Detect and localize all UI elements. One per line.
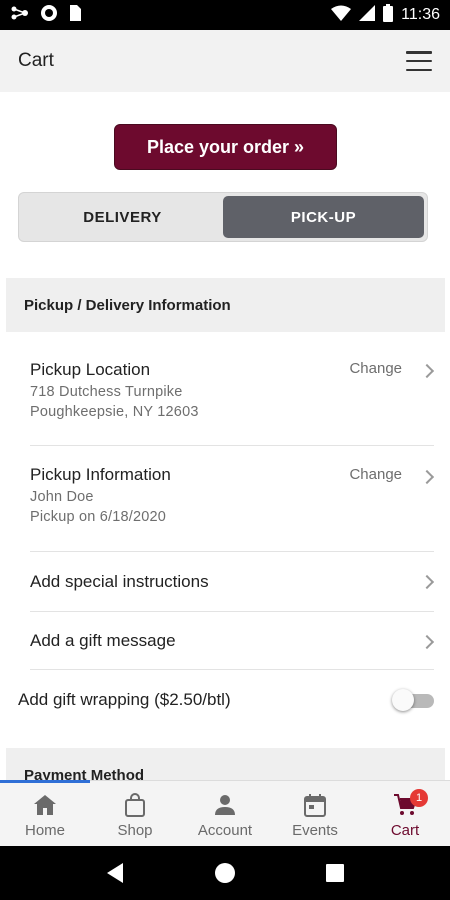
- person-icon: [212, 792, 238, 818]
- gift-message-row[interactable]: Add a gift message: [30, 612, 435, 670]
- nav-home[interactable]: Home: [0, 781, 90, 846]
- tab-pick-up[interactable]: PICK-UP: [223, 196, 424, 238]
- status-left-icons: [10, 4, 82, 27]
- wifi-icon: [331, 5, 352, 26]
- delivery-mode-toggle: DELIVERY PICK-UP: [18, 192, 428, 242]
- special-instructions-row[interactable]: Add special instructions: [30, 552, 435, 612]
- shopping-bag-icon: [122, 792, 148, 818]
- page-title: Cart: [18, 50, 54, 71]
- chevron-right-icon: [419, 574, 435, 590]
- status-time: 11:36: [401, 6, 440, 23]
- pickup-address-line2: Poughkeepsie, NY 12603: [30, 404, 199, 420]
- pickup-customer-name: John Doe: [30, 489, 94, 505]
- back-icon[interactable]: [100, 858, 130, 888]
- gift-wrapping-toggle[interactable]: [392, 689, 434, 711]
- status-bar: 11:36: [0, 0, 450, 30]
- pickup-date: Pickup on 6/18/2020: [30, 509, 167, 525]
- change-location-link[interactable]: Change: [349, 360, 402, 377]
- chevron-right-icon: [419, 634, 435, 650]
- network-icon: [10, 5, 30, 26]
- bottom-navigation: Home Shop Account Events 1 Cart: [0, 780, 450, 846]
- pickup-location-row[interactable]: Pickup Location 718 Dutchess Turnpike Po…: [30, 346, 435, 446]
- nav-account-label: Account: [197, 822, 253, 839]
- nav-shop[interactable]: Shop: [90, 781, 180, 846]
- nav-home-label: Home: [24, 822, 65, 839]
- nav-account[interactable]: Account: [180, 781, 270, 846]
- special-instructions-label: Add special instructions: [30, 571, 209, 591]
- nav-shop-label: Shop: [117, 822, 153, 839]
- nav-cart-label: Cart: [390, 822, 420, 839]
- sim-card-icon: [68, 4, 82, 27]
- nav-cart[interactable]: 1 Cart: [360, 781, 450, 846]
- pickup-section-header: Pickup / Delivery Information: [6, 278, 445, 332]
- nav-events[interactable]: Events: [270, 781, 360, 846]
- cart-count-badge: 1: [410, 789, 428, 807]
- change-information-link[interactable]: Change: [349, 466, 402, 483]
- home-circle-icon[interactable]: [210, 858, 240, 888]
- scroll-indicator: [0, 780, 90, 783]
- nav-events-label: Events: [292, 822, 338, 839]
- toggle-thumb: [392, 689, 414, 711]
- place-order-button[interactable]: Place your order »: [114, 124, 337, 170]
- home-icon: [32, 792, 58, 818]
- app-header: Cart: [0, 30, 450, 92]
- hamburger-menu-icon[interactable]: [406, 51, 432, 71]
- battery-icon: [383, 3, 394, 27]
- android-navigation-bar: [0, 846, 450, 900]
- gift-wrapping-label: Add gift wrapping ($2.50/btl): [18, 690, 231, 709]
- tab-delivery[interactable]: DELIVERY: [22, 196, 223, 238]
- recents-icon[interactable]: [320, 858, 350, 888]
- calendar-icon: [302, 792, 328, 818]
- pickup-information-row[interactable]: Pickup Information John Doe Pickup on 6/…: [30, 452, 435, 552]
- signal-icon: [359, 4, 376, 26]
- pickup-address-line1: 718 Dutchess Turnpike: [30, 384, 183, 400]
- circle-app-icon: [40, 4, 58, 27]
- gift-wrapping-row: Add gift wrapping ($2.50/btl): [18, 680, 434, 720]
- gift-message-label: Add a gift message: [30, 630, 176, 650]
- status-right-icons: 11:36: [331, 3, 440, 27]
